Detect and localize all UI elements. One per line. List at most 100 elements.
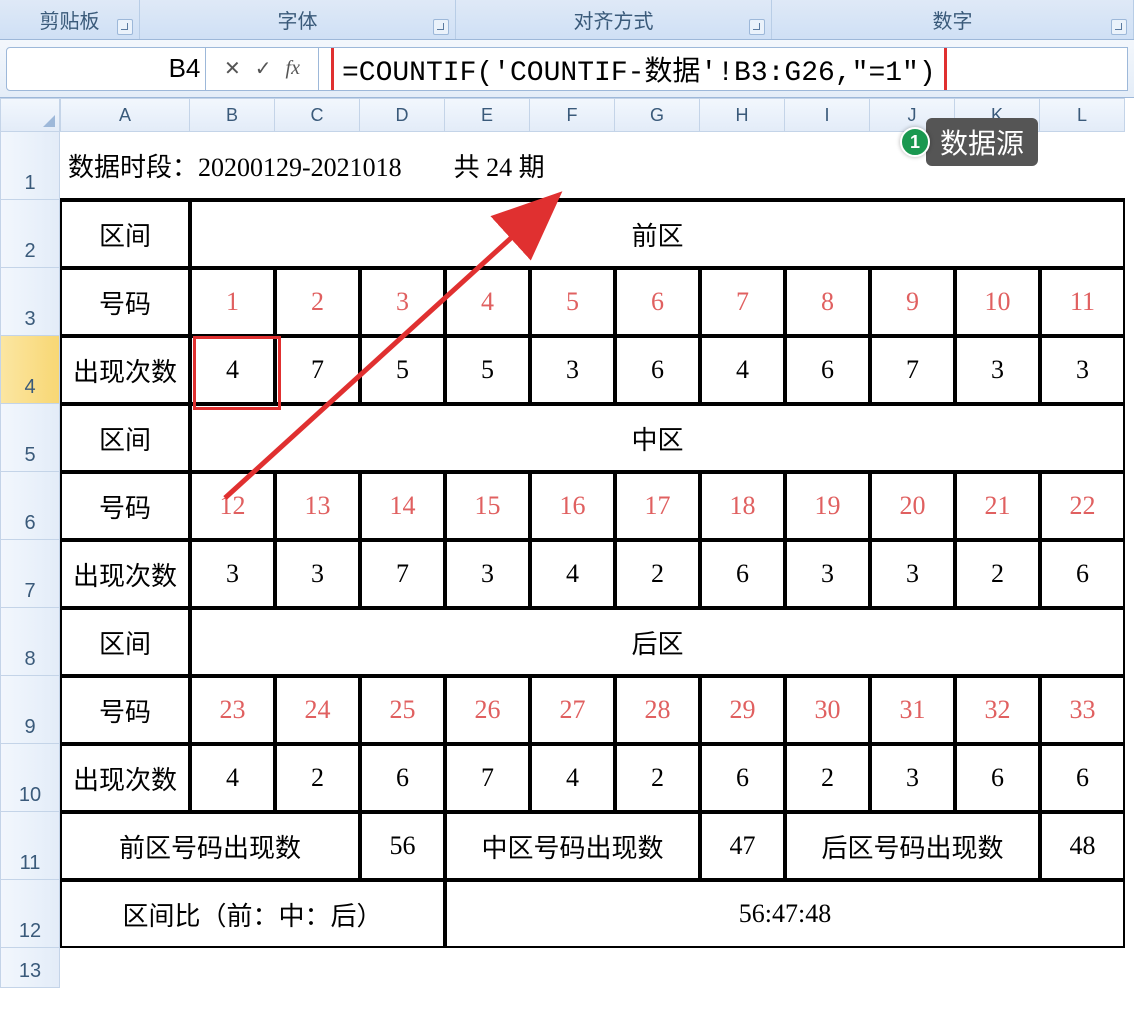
row-header[interactable]: 10 <box>0 744 60 812</box>
row-header[interactable]: 4 <box>0 336 60 404</box>
row-header[interactable]: 13 <box>0 948 60 988</box>
num-cell: 11 <box>1040 268 1125 336</box>
num-cell: 26 <box>445 676 530 744</box>
count-cell: 3 <box>1040 336 1125 404</box>
ribbon-group-clipboard: 剪贴板 <box>0 0 140 39</box>
row-header[interactable]: 9 <box>0 676 60 744</box>
col-header[interactable]: F <box>530 98 615 132</box>
range-label: 区间 <box>60 608 190 676</box>
data-source-label: 数据源 <box>926 118 1038 166</box>
mid-total-value: 47 <box>700 812 785 880</box>
formula-bar-icons: ✕ ✓ fx <box>206 47 319 91</box>
count-cell: 7 <box>360 540 445 608</box>
dialog-launcher-icon[interactable] <box>749 19 765 35</box>
row-header[interactable]: 5 <box>0 404 60 472</box>
count-cell: 2 <box>785 744 870 812</box>
num-cell: 33 <box>1040 676 1125 744</box>
count-cell: 7 <box>275 336 360 404</box>
col-header[interactable]: I <box>785 98 870 132</box>
count-cell: 2 <box>275 744 360 812</box>
annotation-badge-wrap: 1 数据源 <box>900 118 1038 166</box>
num-cell: 28 <box>615 676 700 744</box>
col-header[interactable]: L <box>1040 98 1125 132</box>
num-cell: 23 <box>190 676 275 744</box>
range-label: 区间 <box>60 200 190 268</box>
ribbon-label: 对齐方式 <box>574 5 654 34</box>
col-header[interactable]: B <box>190 98 275 132</box>
num-cell: 31 <box>870 676 955 744</box>
num-cell: 30 <box>785 676 870 744</box>
col-header[interactable]: E <box>445 98 530 132</box>
num-cell: 19 <box>785 472 870 540</box>
num-cell: 13 <box>275 472 360 540</box>
ribbon-label: 剪贴板 <box>40 5 100 34</box>
count-cell: 2 <box>955 540 1040 608</box>
num-cell: 22 <box>1040 472 1125 540</box>
num-cell: 4 <box>445 268 530 336</box>
count-cell: 2 <box>615 540 700 608</box>
ratio-label: 区间比（前：中：后） <box>60 880 445 948</box>
col-header[interactable]: H <box>700 98 785 132</box>
col-header[interactable]: D <box>360 98 445 132</box>
col-header[interactable]: A <box>60 98 190 132</box>
formula-bar: ✕ ✓ fx =COUNTIF('COUNTIF-数据'!B3:G26,"=1"… <box>0 40 1134 98</box>
cancel-icon[interactable]: ✕ <box>224 56 241 81</box>
ribbon-label: 数字 <box>933 5 973 34</box>
row-header[interactable]: 11 <box>0 812 60 880</box>
range-label: 区间 <box>60 404 190 472</box>
num-cell: 21 <box>955 472 1040 540</box>
count-cell: 3 <box>870 540 955 608</box>
count-cell: 3 <box>190 540 275 608</box>
num-cell: 18 <box>700 472 785 540</box>
num-cell: 32 <box>955 676 1040 744</box>
count-cell: 7 <box>445 744 530 812</box>
dialog-launcher-icon[interactable] <box>433 19 449 35</box>
num-cell: 8 <box>785 268 870 336</box>
count-cell: 4 <box>530 744 615 812</box>
col-header[interactable]: G <box>615 98 700 132</box>
count-cell: 3 <box>445 540 530 608</box>
count-label: 出现次数 <box>60 336 190 404</box>
section-name: 中区 <box>190 404 1125 472</box>
front-total-label: 前区号码出现数 <box>60 812 360 880</box>
count-cell: 6 <box>785 336 870 404</box>
row-header[interactable]: 2 <box>0 200 60 268</box>
row-header[interactable]: 3 <box>0 268 60 336</box>
cells-grid[interactable]: 数据时段：20200129-2021018 共 24 期 区间前区 号码 123… <box>60 132 1125 988</box>
num-cell: 20 <box>870 472 955 540</box>
num-cell: 9 <box>870 268 955 336</box>
num-cell: 6 <box>615 268 700 336</box>
row-headers[interactable]: 12345678910111213 <box>0 132 60 988</box>
count-cell: 5 <box>360 336 445 404</box>
num-cell: 24 <box>275 676 360 744</box>
count-cell: 5 <box>445 336 530 404</box>
select-all-button[interactable] <box>0 98 60 132</box>
number-label: 号码 <box>60 676 190 744</box>
count-cell: 6 <box>700 744 785 812</box>
count-cell: 6 <box>615 336 700 404</box>
back-total-label: 后区号码出现数 <box>785 812 1040 880</box>
row-header[interactable]: 12 <box>0 880 60 948</box>
count-cell: 3 <box>785 540 870 608</box>
accept-icon[interactable]: ✓ <box>255 56 272 81</box>
worksheet[interactable]: ABCDEFGHIJKL 12345678910111213 数据时段：2020… <box>0 98 1134 1026</box>
dialog-launcher-icon[interactable] <box>117 19 133 35</box>
row-header[interactable]: 6 <box>0 472 60 540</box>
col-header[interactable]: C <box>275 98 360 132</box>
num-cell: 27 <box>530 676 615 744</box>
section-name: 后区 <box>190 608 1125 676</box>
front-total-value: 56 <box>360 812 445 880</box>
row-header[interactable]: 7 <box>0 540 60 608</box>
formula-input-area[interactable]: =COUNTIF('COUNTIF-数据'!B3:G26,"=1") <box>319 47 1128 91</box>
count-cell: 6 <box>360 744 445 812</box>
fx-icon[interactable]: fx <box>286 57 300 80</box>
dialog-launcher-icon[interactable] <box>1111 19 1127 35</box>
section-name: 前区 <box>190 200 1125 268</box>
row-header[interactable]: 1 <box>0 132 60 200</box>
num-cell: 16 <box>530 472 615 540</box>
formula-text: =COUNTIF('COUNTIF-数据'!B3:G26,"=1") <box>331 47 947 91</box>
count-cell: 6 <box>1040 540 1125 608</box>
row-header[interactable]: 8 <box>0 608 60 676</box>
num-cell: 12 <box>190 472 275 540</box>
num-cell: 29 <box>700 676 785 744</box>
